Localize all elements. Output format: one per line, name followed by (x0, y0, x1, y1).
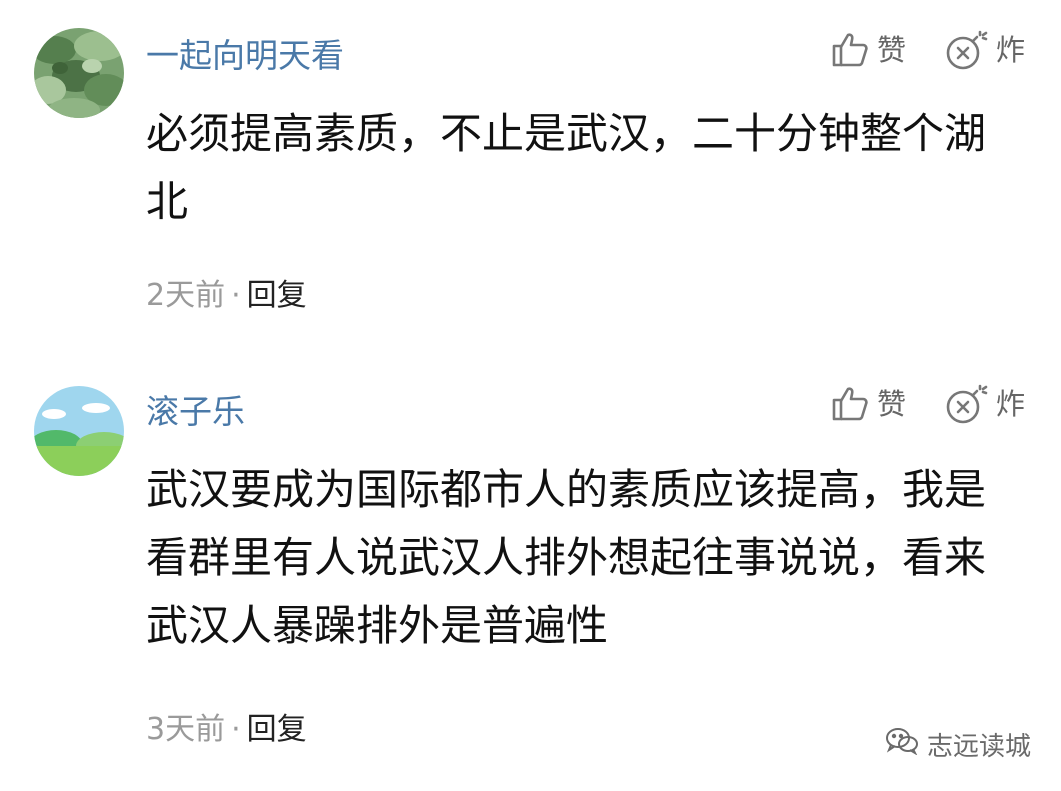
bomb-button[interactable]: 炸 (944, 28, 1025, 72)
comment-time: 3天前 (146, 712, 226, 747)
comment-actions: 赞 炸 (793, 382, 1025, 426)
bomb-icon (944, 382, 988, 426)
comment-meta: 2天前 · 回复 (146, 276, 307, 316)
bomb-button[interactable]: 炸 (944, 382, 1025, 426)
watermark-text: 志远读城 (926, 732, 1031, 762)
comment-text: 武汉要成为国际都市人的素质应该提高，我是看群里有人说武汉人排外想起往事说说，看来… (146, 465, 987, 650)
comment-time: 2天前 (146, 278, 226, 313)
comment-actions: 赞 炸 (793, 28, 1025, 72)
comment-item: 一起向明天看 赞 炸 必须提高素质，不止是武汉，二十分钟整个湖北 2天前 · 回… (0, 0, 1061, 360)
comment-meta: 3天前 · 回复 (146, 710, 307, 750)
username[interactable]: 滚子乐 (146, 392, 245, 432)
comment-text: 必须提高素质，不止是武汉，二十分钟整个湖北 (146, 109, 987, 226)
bomb-icon (944, 28, 988, 72)
avatar[interactable] (34, 386, 124, 476)
watermark: 志远读城 (885, 726, 1031, 763)
like-button[interactable]: 赞 (831, 384, 906, 424)
avatar[interactable] (34, 28, 124, 118)
username[interactable]: 一起向明天看 (146, 36, 344, 76)
like-label: 赞 (876, 387, 906, 421)
wechat-icon (885, 727, 927, 762)
thumbs-up-icon (831, 385, 869, 423)
bomb-label: 炸 (995, 387, 1025, 421)
meta-separator: · (231, 278, 241, 313)
like-button[interactable]: 赞 (831, 30, 906, 70)
like-label: 赞 (876, 33, 906, 67)
meta-separator: · (231, 712, 241, 747)
reply-button[interactable]: 回复 (247, 278, 307, 313)
thumbs-up-icon (831, 31, 869, 69)
bomb-label: 炸 (995, 33, 1025, 67)
reply-button[interactable]: 回复 (247, 712, 307, 747)
